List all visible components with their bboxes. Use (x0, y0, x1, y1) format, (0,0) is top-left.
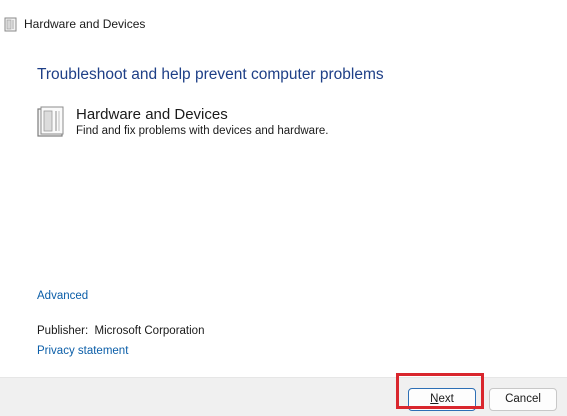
hardware-devices-icon (37, 106, 64, 137)
troubleshooter-window: Hardware and Devices Troubleshoot and he… (0, 0, 567, 416)
cancel-button[interactable]: Cancel (489, 388, 557, 411)
item-title: Hardware and Devices (76, 106, 228, 123)
title-bar: Hardware and Devices (0, 0, 567, 44)
button-bar: Next Cancel (0, 377, 567, 416)
item-description: Find and fix problems with devices and h… (76, 125, 329, 137)
window-title: Hardware and Devices (24, 17, 146, 31)
publisher-info: Publisher: Microsoft Corporation (37, 324, 204, 339)
next-button[interactable]: Next (408, 388, 476, 411)
privacy-statement-link[interactable]: Privacy statement (37, 344, 128, 359)
advanced-link[interactable]: Advanced (37, 289, 88, 304)
page-heading: Troubleshoot and help prevent computer p… (37, 66, 384, 83)
troubleshooter-item: Hardware and Devices Find and fix proble… (36, 105, 436, 141)
hardware-devices-icon (4, 17, 17, 32)
publisher-value: Microsoft Corporation (94, 325, 205, 337)
publisher-label: Publisher: (37, 325, 89, 337)
next-label-rest: ext (438, 393, 454, 405)
